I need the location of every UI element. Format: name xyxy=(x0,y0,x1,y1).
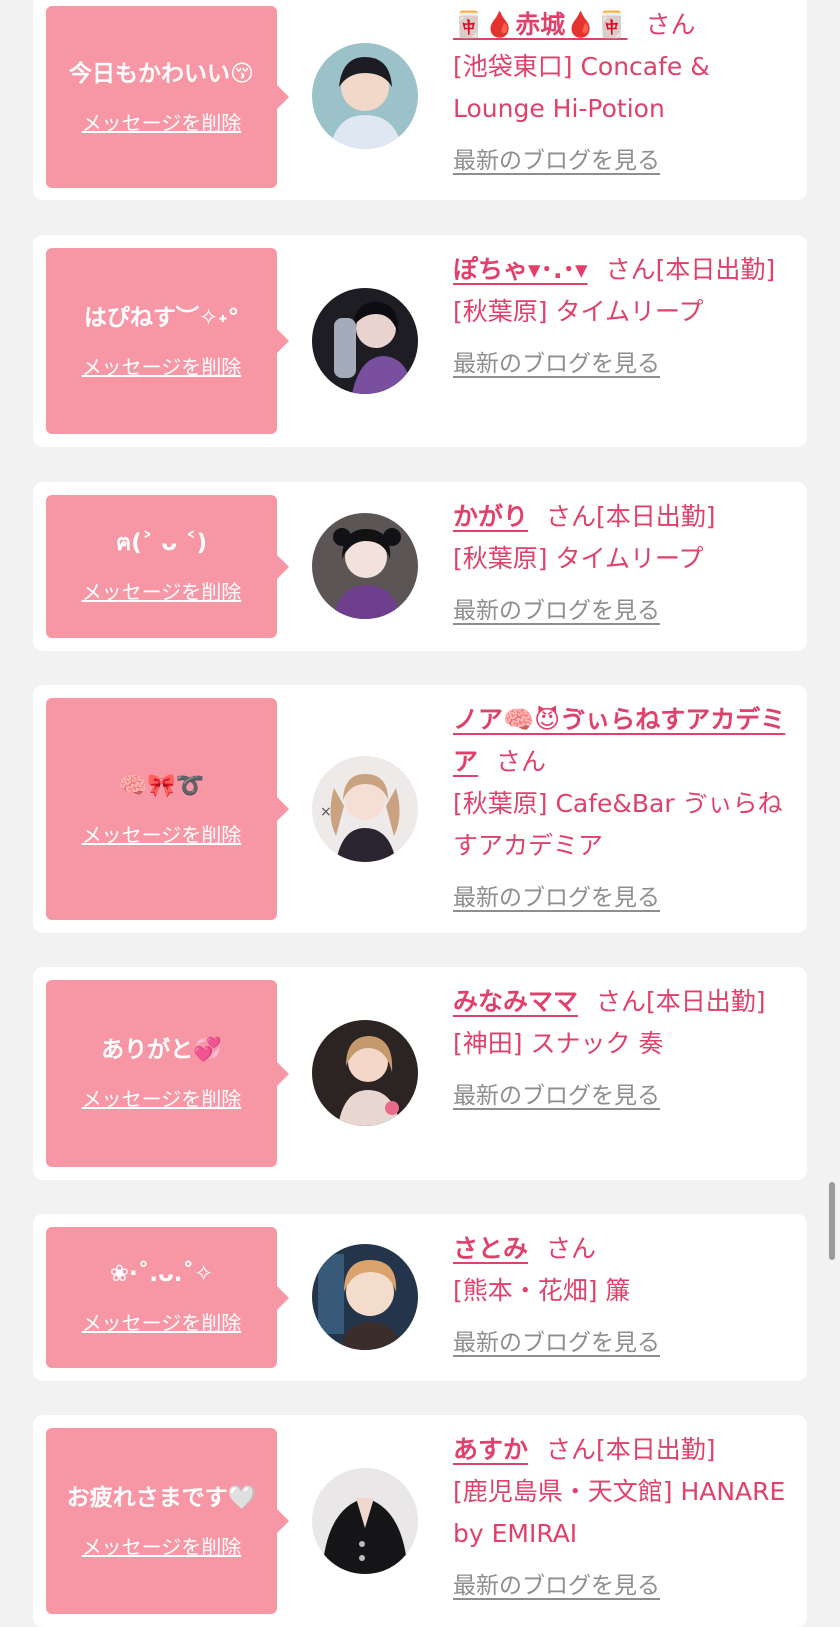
list-item: はぴねす︶✧˖° メッセージを削除 ぽちゃ▾･.･▾ さん[本日出勤] [秋葉原]… xyxy=(33,235,807,447)
list-item: 🧠🎀➰ メッセージを削除 × ノア🧠😈ゔぃらねすアカデミア さん [秋葉原] Ca… xyxy=(33,685,807,933)
honorific: さん xyxy=(596,987,647,1016)
message-list: 今日もかわいい😚 メッセージを削除 🀄🩸赤城🩸🀄 さん [池袋東口] Concaf… xyxy=(0,0,840,1627)
scrollbar-thumb[interactable] xyxy=(829,1182,835,1260)
honorific: さん xyxy=(546,1234,597,1263)
honorific: さん xyxy=(546,1435,597,1464)
avatar[interactable] xyxy=(312,1468,418,1574)
list-item: 今日もかわいい😚 メッセージを削除 🀄🩸赤城🩸🀄 さん [池袋東口] Concaf… xyxy=(33,0,807,200)
honorific: さん xyxy=(605,255,656,284)
cast-info: 🀄🩸赤城🩸🀄 さん [池袋東口] Concafe & Lounge Hi-Poti… xyxy=(453,4,793,182)
latest-blog-link[interactable]: 最新のブログを見る xyxy=(453,140,793,182)
avatar[interactable] xyxy=(312,288,418,394)
list-item: お疲れさまです🤍 メッセージを削除 あすか さん[本日出勤] [鹿児島県・天文館]… xyxy=(33,1415,807,1627)
delete-message-link[interactable]: メッセージを削除 xyxy=(82,1083,242,1112)
shop-name: [秋葉原] タイムリープ xyxy=(453,297,704,326)
attendance-status: [本日出勤] xyxy=(655,255,776,284)
delete-message-link[interactable]: メッセージを削除 xyxy=(82,107,242,136)
cast-name-link[interactable]: 🀄🩸赤城🩸🀄 xyxy=(453,10,628,39)
avatar[interactable] xyxy=(312,1244,418,1350)
shop-name: [秋葉原] タイムリープ xyxy=(453,544,704,573)
delete-message-link[interactable]: メッセージを削除 xyxy=(82,1531,242,1560)
svg-text:×: × xyxy=(320,804,332,820)
message-bubble: ありがと💞 メッセージを削除 xyxy=(46,980,289,1167)
cast-info: ノア🧠😈ゔぃらねすアカデミア さん [秋葉原] Cafe&Bar ゔぃらねすアカデ… xyxy=(453,699,793,919)
avatar[interactable] xyxy=(312,43,418,149)
shop-name: [神田] スナック 奏 xyxy=(453,1029,664,1058)
cast-info: かがり さん[本日出勤] [秋葉原] タイムリープ 最新のブログを見る xyxy=(453,496,793,632)
message-text: ❀·˚.ᴗ.˚✧ xyxy=(109,1261,214,1287)
cast-name-link[interactable]: さとみ xyxy=(453,1234,528,1263)
latest-blog-link[interactable]: 最新のブログを見る xyxy=(453,1565,793,1607)
cast-info: あすか さん[本日出勤] [鹿児島県・天文館] HANARE by EMIRAI … xyxy=(453,1429,793,1607)
attendance-status: [本日出勤] xyxy=(596,502,716,531)
message-bubble: 🧠🎀➰ メッセージを削除 xyxy=(46,698,289,920)
avatar[interactable]: × xyxy=(312,756,418,862)
latest-blog-link[interactable]: 最新のブログを見る xyxy=(453,343,793,385)
message-text: ありがと💞 xyxy=(101,1037,222,1063)
message-text: お疲れさまです🤍 xyxy=(66,1484,257,1511)
delete-message-link[interactable]: メッセージを削除 xyxy=(82,1307,242,1336)
list-item: ❀·˚.ᴗ.˚✧ メッセージを削除 さとみ さん [熊本・花畑] 簾 最新のブログ… xyxy=(33,1214,807,1381)
latest-blog-link[interactable]: 最新のブログを見る xyxy=(453,590,793,632)
list-item: ฅ(˃ ᴗ ˂) メッセージを削除 かがり さん[本日出勤] [秋葉原] タイムリ… xyxy=(33,482,807,651)
message-bubble: ❀·˚.ᴗ.˚✧ メッセージを削除 xyxy=(46,1227,289,1368)
cast-name-link[interactable]: かがり xyxy=(453,502,528,531)
honorific: さん xyxy=(546,502,597,531)
cast-info: みなみママ さん[本日出勤] [神田] スナック 奏 最新のブログを見る xyxy=(453,981,793,1117)
avatar[interactable] xyxy=(312,1020,418,1126)
cast-info: さとみ さん [熊本・花畑] 簾 最新のブログを見る xyxy=(453,1228,793,1364)
avatar[interactable] xyxy=(312,513,418,619)
shop-name: [池袋東口] Concafe & Lounge Hi-Potion xyxy=(453,52,710,123)
message-bubble: 今日もかわいい😚 メッセージを削除 xyxy=(46,6,289,188)
message-text: 今日もかわいい😚 xyxy=(69,60,254,87)
latest-blog-link[interactable]: 最新のブログを見る xyxy=(453,1322,793,1364)
shop-name: [熊本・花畑] 簾 xyxy=(453,1276,631,1305)
delete-message-link[interactable]: メッセージを削除 xyxy=(82,351,242,380)
message-bubble: はぴねす︶✧˖° メッセージを削除 xyxy=(46,248,289,434)
cast-info: ぽちゃ▾･.･▾ さん[本日出勤] [秋葉原] タイムリープ 最新のブログを見る xyxy=(453,249,793,385)
shop-name: [秋葉原] Cafe&Bar ゔぃらねすアカデミア xyxy=(453,789,783,860)
latest-blog-link[interactable]: 最新のブログを見る xyxy=(453,877,793,919)
honorific: さん xyxy=(645,10,696,39)
honorific: さん xyxy=(496,747,547,776)
cast-name-link[interactable]: あすか xyxy=(453,1435,528,1464)
cast-name-link[interactable]: みなみママ xyxy=(453,987,578,1016)
list-item: ありがと💞 メッセージを削除 みなみママ さん[本日出勤] [神田] スナック 奏… xyxy=(33,967,807,1180)
attendance-status: [本日出勤] xyxy=(646,987,766,1016)
message-text: ฅ(˃ ᴗ ˂) xyxy=(115,530,208,556)
message-bubble: お疲れさまです🤍 メッセージを削除 xyxy=(46,1428,289,1614)
message-bubble: ฅ(˃ ᴗ ˂) メッセージを削除 xyxy=(46,495,289,638)
shop-name: [鹿児島県・天文館] HANARE by EMIRAI xyxy=(453,1477,786,1548)
delete-message-link[interactable]: メッセージを削除 xyxy=(82,576,242,605)
latest-blog-link[interactable]: 最新のブログを見る xyxy=(453,1075,793,1117)
cast-name-link[interactable]: ぽちゃ▾･.･▾ xyxy=(453,255,588,284)
message-text: はぴねす︶✧˖° xyxy=(83,304,240,331)
delete-message-link[interactable]: メッセージを削除 xyxy=(82,819,242,848)
attendance-status: [本日出勤] xyxy=(596,1435,716,1464)
message-text: 🧠🎀➰ xyxy=(118,772,205,799)
